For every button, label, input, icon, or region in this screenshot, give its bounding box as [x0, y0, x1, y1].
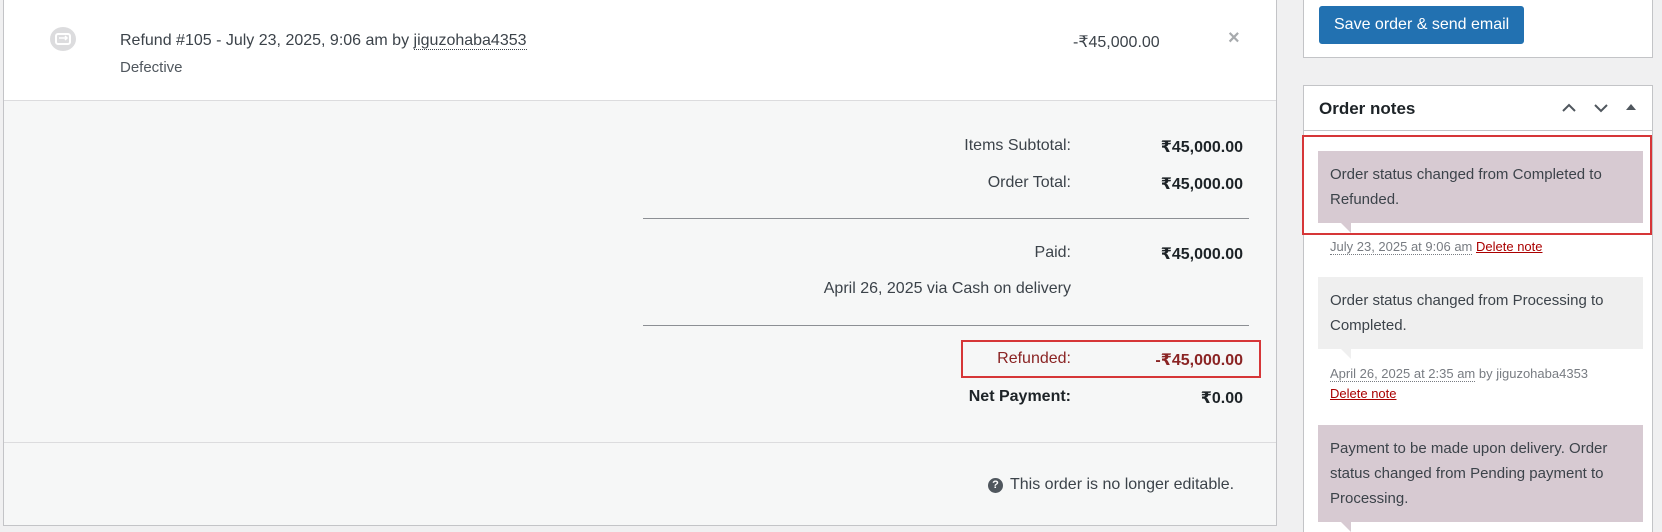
delete-refund-icon[interactable]: × [1228, 28, 1240, 48]
payment-divider [643, 325, 1249, 326]
refunded-value: -₹45,000.00 [1155, 352, 1243, 369]
collapse-toggle-icon[interactable] [1621, 98, 1641, 118]
order-total-value-wrap: ₹45,000.00 [4, 174, 1243, 196]
net-payment-value-wrap: ₹0.00 [4, 388, 1243, 410]
order-note-meta: April 26, 2025 at 2:35 am by jiguzohaba4… [1330, 364, 1588, 404]
order-note-text: Payment to be made upon delivery. Order … [1330, 440, 1608, 507]
refund-icon [50, 27, 76, 51]
net-payment-value: ₹0.00 [1200, 390, 1243, 407]
items-subtotal-value-wrap: ₹45,000.00 [4, 137, 1243, 159]
order-notes-title: Order notes [1319, 99, 1416, 118]
delete-note-link[interactable]: Delete note [1330, 386, 1397, 401]
delete-note-link[interactable]: Delete note [1476, 239, 1543, 254]
refund-title-text: Refund #105 - July 23, 2025, 9:06 am by [120, 32, 414, 49]
order-note: Order status changed from Completed to R… [1318, 151, 1643, 233]
order-note-date: July 23, 2025 at 9:06 am [1330, 239, 1473, 255]
save-order-send-email-button[interactable]: Save order & send email [1319, 6, 1525, 44]
order-note-author: by jiguzohaba4353 [1475, 366, 1589, 381]
paid-value-wrap: ₹45,000.00 [4, 244, 1243, 266]
not-editable-notice: ? This order is no longer editable. [988, 476, 1234, 494]
help-icon[interactable]: ? [988, 477, 1003, 493]
paid-detail: April 26, 2025 via Cash on delivery [823, 280, 1071, 297]
order-note-meta: July 23, 2025 at 9:06 am Delete note [1330, 237, 1543, 257]
order-notes-box: Order notes Order status changed from Co… [1302, 85, 1653, 532]
paid-value: ₹45,000.00 [1160, 246, 1243, 263]
refund-reason: Defective [120, 59, 183, 76]
order-note: Payment to be made upon delivery. Order … [1318, 425, 1643, 532]
refund-title: Refund #105 - July 23, 2025, 9:06 am by … [120, 32, 527, 50]
paid-detail-row: April 26, 2025 via Cash on delivery [4, 280, 1071, 302]
order-note-date: April 26, 2025 at 2:35 am [1330, 366, 1476, 382]
order-note-text: Order status changed from Processing to … [1330, 292, 1604, 334]
refunded-value-wrap: -₹45,000.00 [4, 350, 1243, 372]
chevron-down-icon[interactable] [1591, 98, 1611, 118]
order-total-value: ₹45,000.00 [1160, 176, 1243, 193]
order-note: Order status changed from Processing to … [1318, 277, 1643, 359]
refund-amount: -₹45,000.00 [1073, 34, 1160, 51]
order-items-panel: Refund #105 - July 23, 2025, 9:06 am by … [3, 0, 1277, 526]
order-notes-header: Order notes [1304, 86, 1652, 131]
items-subtotal-value: ₹45,000.00 [1160, 139, 1243, 156]
not-editable-text: This order is no longer editable. [1010, 476, 1235, 493]
totals-divider [643, 218, 1249, 219]
chevron-up-icon[interactable] [1559, 98, 1579, 118]
order-note-text: Order status changed from Completed to R… [1330, 166, 1602, 208]
panel-footer-divider [4, 442, 1276, 443]
refund-line-item: Refund #105 - July 23, 2025, 9:06 am by … [4, 0, 1276, 101]
order-actions-box: Save order & send email [1303, 0, 1653, 58]
refund-user: jiguzohaba4353 [413, 32, 527, 50]
